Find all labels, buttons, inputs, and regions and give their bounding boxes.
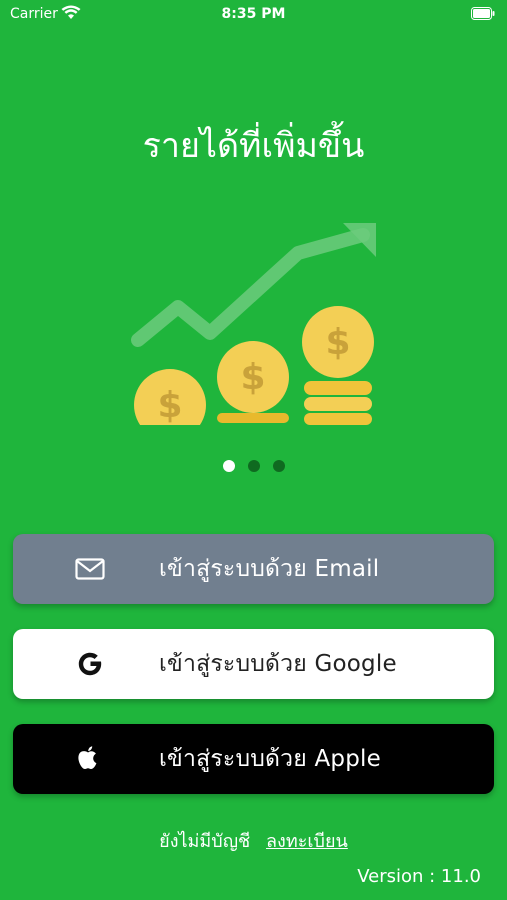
register-link[interactable]: ลงทะเบียน (266, 831, 348, 852)
app-version: Version : 11.0 (357, 866, 481, 887)
apple-icon (75, 744, 101, 774)
battery-icon (471, 7, 495, 20)
login-google-label: เข้าสู่ระบบด้วย Google (159, 651, 397, 677)
page-dot-2[interactable] (247, 460, 260, 472)
google-icon (75, 649, 105, 679)
svg-text:$: $ (325, 322, 350, 363)
page-dot-3[interactable] (272, 460, 285, 472)
page-dot-1[interactable] (222, 460, 235, 472)
status-time: 8:35 PM (221, 6, 286, 22)
page-indicator[interactable] (0, 460, 507, 472)
register-prompt: ยังไม่มีบัญชี ลงทะเบียน (0, 826, 507, 855)
login-apple-button[interactable]: เข้าสู่ระบบด้วย Apple (13, 724, 494, 794)
login-apple-label: เข้าสู่ระบบด้วย Apple (159, 746, 381, 772)
login-email-label: เข้าสู่ระบบด้วย Email (159, 556, 380, 582)
svg-text:$: $ (240, 357, 265, 398)
login-email-button[interactable]: เข้าสู่ระบบด้วย Email (13, 534, 494, 604)
no-account-text: ยังไม่มีบัญชี (159, 831, 251, 852)
growth-coins-illustration: $ $ $ (128, 223, 388, 430)
onboarding-headline: รายได้ที่เพิ่มขึ้น (142, 126, 365, 166)
login-google-button[interactable]: เข้าสู่ระบบด้วย Google (13, 629, 494, 699)
status-bar: Carrier 8:35 PM (0, 0, 507, 28)
mail-icon (75, 558, 105, 580)
svg-text:$: $ (157, 385, 182, 426)
